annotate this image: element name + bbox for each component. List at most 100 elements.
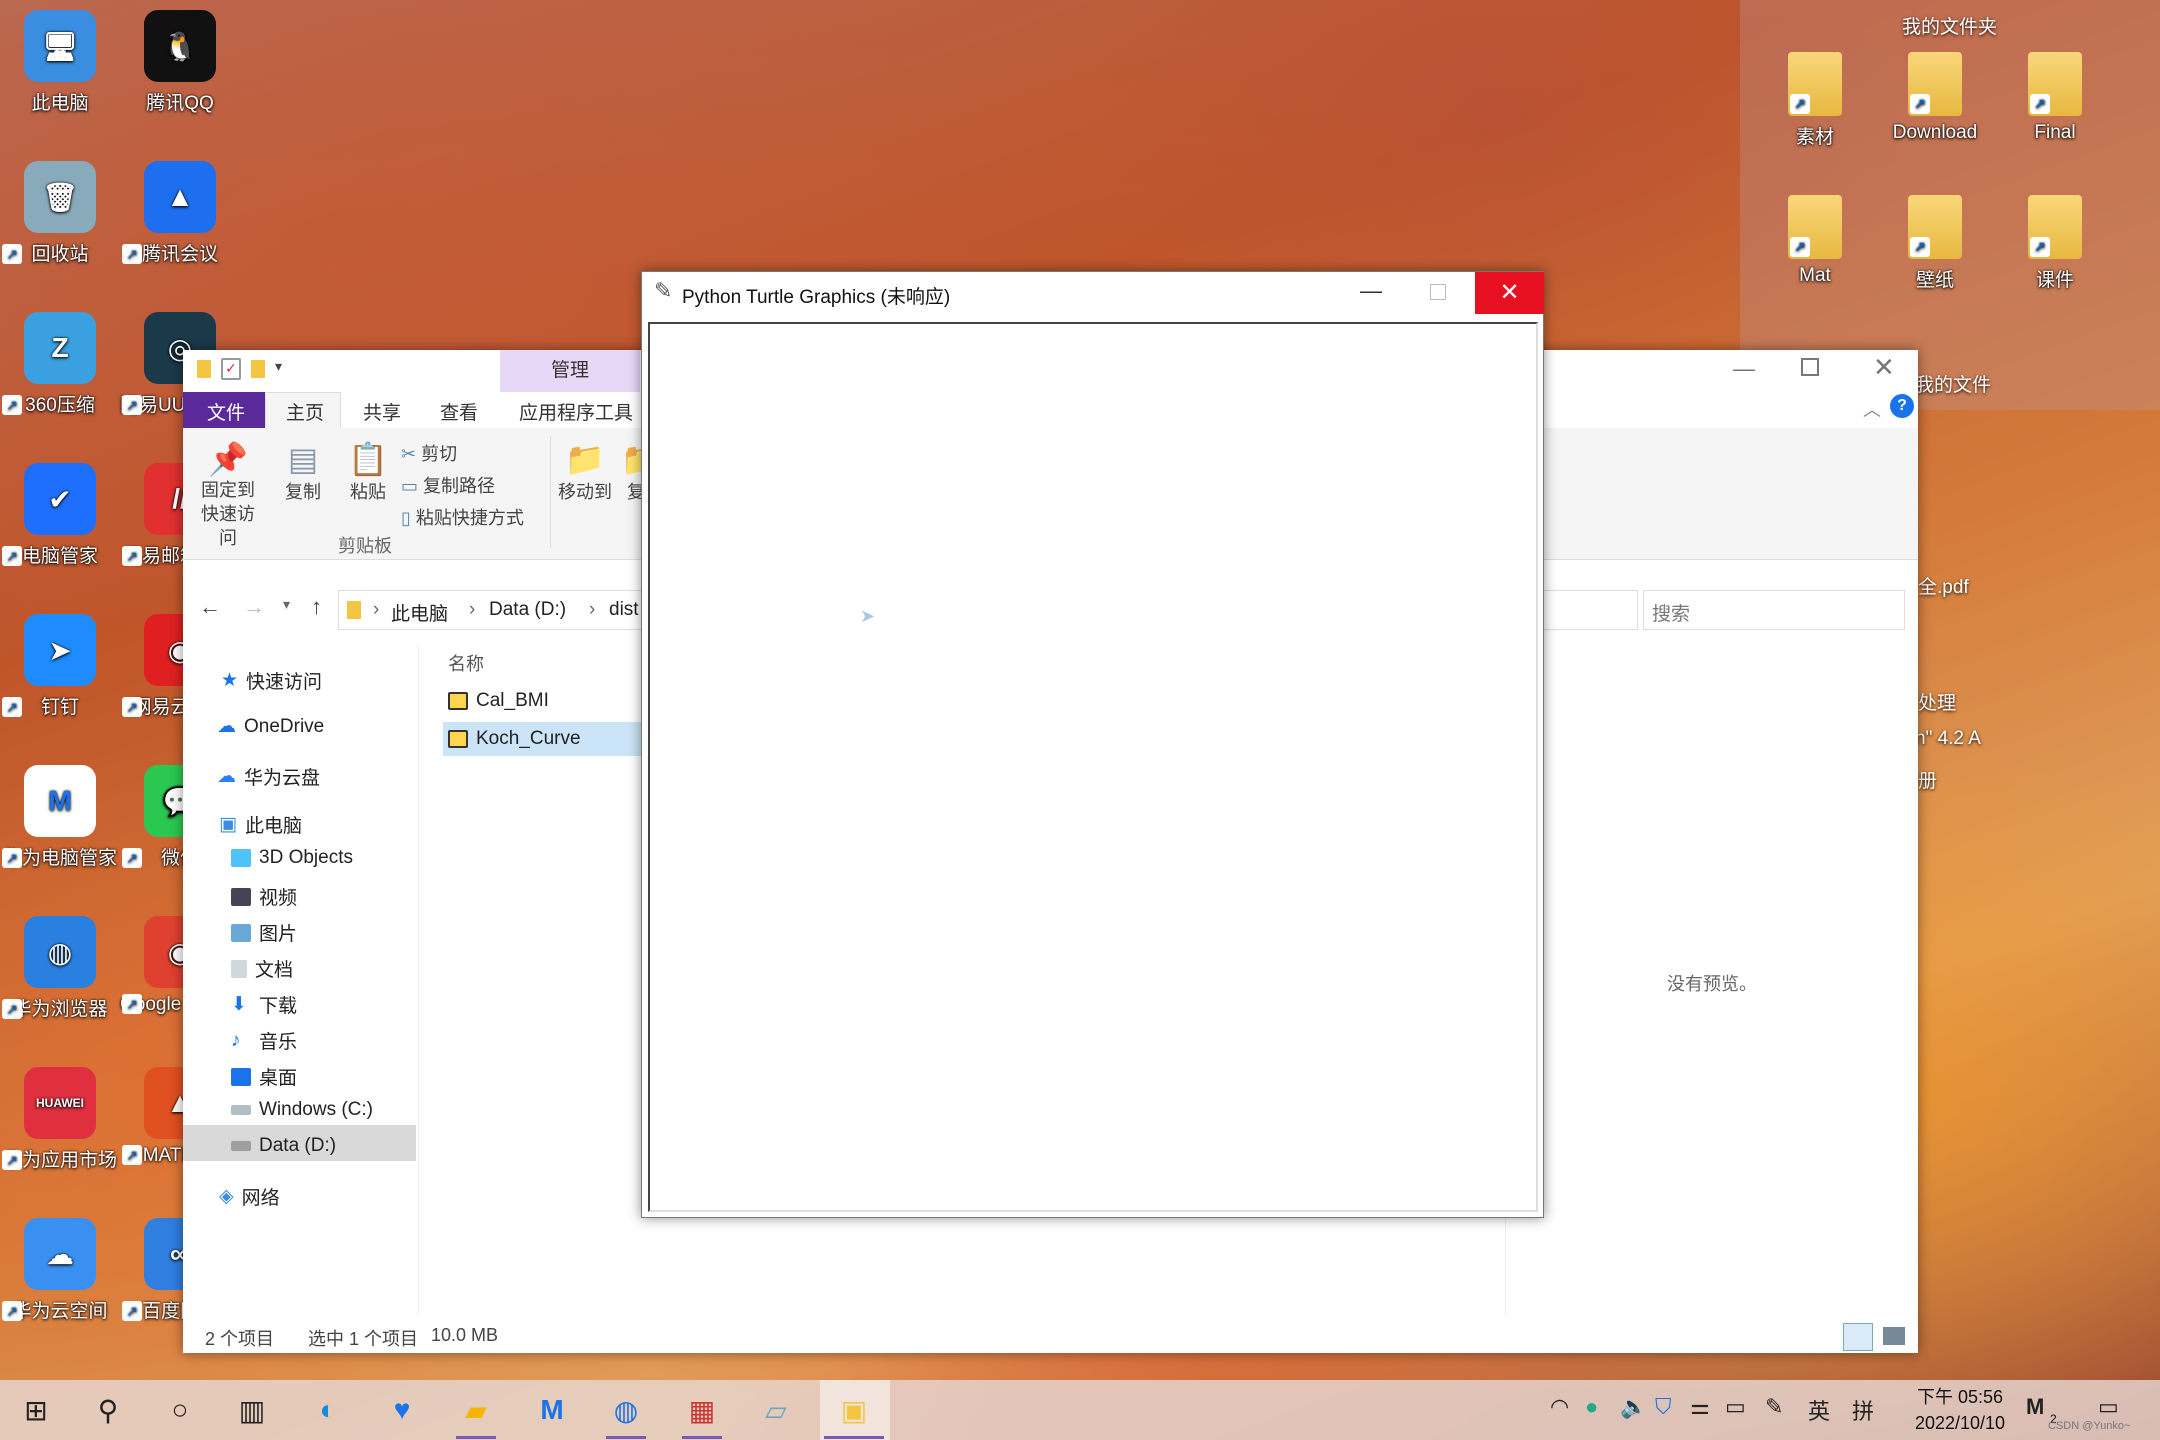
wifi-icon[interactable]: ◠: [1550, 1394, 1569, 1420]
app-icon: ▲: [144, 161, 216, 233]
desktop-folder-5[interactable]: ↗ 壁纸: [1875, 195, 1995, 292]
notes-app-icon[interactable]: ▱: [756, 1390, 796, 1430]
large-icons-view-icon[interactable]: [1883, 1327, 1905, 1345]
desktop-icon-5[interactable]: Z ↗ 360压缩: [0, 312, 120, 417]
search-input[interactable]: 搜索: [1643, 590, 1905, 630]
close-button[interactable]: ✕: [1475, 272, 1544, 314]
cut-label: 剪切: [421, 444, 458, 464]
cut-button[interactable]: ✂ 剪切: [401, 440, 457, 466]
desktop-icon-17[interactable]: ☁ ↗ 华为云空间: [0, 1218, 120, 1323]
nav-item-pictures[interactable]: 图片: [231, 919, 297, 946]
collapse-ribbon-icon[interactable]: ︿: [1863, 396, 1881, 422]
minimize-button[interactable]: —: [1733, 356, 1755, 382]
cortana-icon[interactable]: ○: [160, 1390, 200, 1430]
file-item[interactable]: Cal_BMI: [448, 690, 549, 712]
wechat-tray-icon[interactable]: ●: [1585, 1394, 1598, 1420]
pen-icon[interactable]: ✎: [1765, 1394, 1783, 1420]
paste-shortcut-button[interactable]: ▯ 粘贴快捷方式: [401, 504, 524, 530]
breadcrumb-this-pc[interactable]: 此电脑: [391, 599, 448, 626]
ime-mode[interactable]: 拼: [1852, 1394, 1874, 1426]
desktop-icon-3[interactable]: 🗑 ↗ 回收站: [0, 161, 120, 266]
desktop-icon-13[interactable]: ◍ ↗ 华为浏览器: [0, 916, 120, 1021]
desktop-folder-6[interactable]: ↗ 课件: [1995, 195, 2115, 292]
windows-start-icon[interactable]: ⊞: [16, 1390, 56, 1430]
settings-slider-icon[interactable]: ⚌: [1690, 1394, 1710, 1420]
nav-huawei-cloud[interactable]: ☁ 华为云盘: [217, 763, 320, 790]
file-item[interactable]: Koch_Curve: [448, 722, 581, 756]
turtle-canvas[interactable]: ➤: [648, 322, 1538, 1212]
desktop-icon-11[interactable]: M ↗ 华为电脑管家: [0, 765, 120, 870]
desktop-icon-2[interactable]: 🐧 腾讯QQ: [120, 10, 240, 115]
desktop-folder-1[interactable]: ↗ 素材: [1755, 52, 1875, 149]
back-icon[interactable]: ←: [199, 594, 221, 620]
maximize-button[interactable]: [1430, 284, 1446, 300]
folder-icon: ↗: [1908, 52, 1962, 116]
recent-dropdown-icon[interactable]: ▾: [283, 596, 290, 613]
nav-onedrive[interactable]: ☁ OneDrive: [217, 715, 324, 738]
desktop-icon-4[interactable]: ▲ ↗ 腾讯会议: [120, 161, 240, 266]
tab-file[interactable]: 文件: [207, 398, 245, 425]
paste-button[interactable]: 📋 粘贴: [343, 440, 393, 504]
minimize-button[interactable]: —: [1360, 278, 1382, 304]
copy-path-button[interactable]: ▭ 复制路径: [401, 472, 495, 498]
task-view-icon[interactable]: ▥: [232, 1390, 272, 1430]
nav-item-music[interactable]: ♪ 音乐: [231, 1027, 297, 1054]
qat-dropdown-icon[interactable]: ▾: [275, 358, 282, 375]
nav-network[interactable]: ◈ 网络: [219, 1183, 280, 1210]
huawei-manager-tray-icon[interactable]: M: [2026, 1394, 2044, 1420]
tab-app-tools[interactable]: 应用程序工具: [519, 398, 633, 425]
pin-quick-access-button[interactable]: 📌 固定到快速访问: [193, 440, 263, 550]
breadcrumb-dist[interactable]: dist: [609, 599, 639, 621]
desktop-icon-15[interactable]: HUAWEI ↗ 华为应用市场: [0, 1067, 120, 1172]
desktop-folder-2[interactable]: ↗ Download: [1875, 52, 1995, 144]
copy-button[interactable]: ▤ 复制: [278, 440, 328, 504]
details-view-icon[interactable]: [1843, 1323, 1873, 1351]
search-icon[interactable]: ⚲: [88, 1390, 128, 1430]
clock[interactable]: 下午 05:56 2022/10/10: [1900, 1384, 2020, 1436]
nav-item-documents[interactable]: 文档: [231, 955, 293, 982]
nav-item-3d-objects[interactable]: 3D Objects: [231, 847, 353, 869]
nav-item-windows-c[interactable]: Windows (C:): [231, 1099, 373, 1121]
action-center-icon[interactable]: ▭: [2098, 1394, 2119, 1420]
ime-language[interactable]: 英: [1808, 1394, 1830, 1426]
battery-icon[interactable]: ▭: [1725, 1394, 1746, 1420]
python-turtle-task-icon[interactable]: ▣: [834, 1390, 874, 1430]
volume-icon[interactable]: 🔈: [1620, 1394, 1647, 1420]
edge-icon[interactable]: ◐: [308, 1390, 348, 1430]
huawei-pc-manager-icon[interactable]: M: [532, 1390, 572, 1430]
nav-this-pc[interactable]: ▣ 此电脑: [219, 811, 302, 838]
desktop-icon-1[interactable]: 🖥 此电脑: [0, 10, 120, 115]
security-shield-icon[interactable]: ⛉: [1655, 1394, 1672, 1420]
nav-quick-access[interactable]: ★ 快速访问: [221, 667, 322, 694]
nav-item-downloads[interactable]: ⬇ 下载: [231, 991, 297, 1018]
manage-tab[interactable]: 管理: [500, 350, 640, 392]
status-count: 2 个项目: [205, 1329, 275, 1349]
move-to-button[interactable]: 📁 移动到: [555, 440, 615, 504]
desktop-folder-3[interactable]: ↗ Final: [1995, 52, 2115, 144]
tab-home[interactable]: 主页: [286, 398, 324, 425]
new-folder-icon[interactable]: [251, 360, 265, 378]
breadcrumb-data-d[interactable]: Data (D:): [489, 599, 566, 621]
wps-icon[interactable]: ▦: [682, 1390, 722, 1430]
column-header-name[interactable]: 名称: [448, 650, 484, 676]
tab-share[interactable]: 共享: [363, 398, 401, 425]
forward-icon[interactable]: →: [243, 594, 265, 620]
close-button[interactable]: ✕: [1873, 352, 1895, 383]
help-icon[interactable]: ?: [1890, 394, 1914, 418]
desktop-folder-4[interactable]: ↗ Mat: [1755, 195, 1875, 287]
file-explorer-icon[interactable]: ▰: [456, 1390, 496, 1430]
tab-view[interactable]: 查看: [440, 398, 478, 425]
up-icon[interactable]: ↑: [311, 594, 322, 620]
maximize-button[interactable]: [1801, 358, 1819, 376]
nav-item-desktop[interactable]: 桌面: [231, 1063, 297, 1090]
desktop-icon-7[interactable]: ✔ ↗ 电脑管家: [0, 463, 120, 568]
health-app-icon[interactable]: ♥: [382, 1390, 422, 1430]
shortcut-arrow-icon: ↗: [2, 1301, 22, 1321]
properties-icon[interactable]: ✓: [221, 358, 241, 380]
file-name: Cal_BMI: [476, 690, 549, 711]
desktop-icon-9[interactable]: ➤ ↗ 钉钉: [0, 614, 120, 719]
file-name: Koch_Curve: [476, 728, 581, 749]
huawei-browser-icon[interactable]: ◍: [606, 1390, 646, 1430]
nav-item-videos[interactable]: 视频: [231, 883, 297, 910]
nav-item-data-d[interactable]: Data (D:): [231, 1135, 336, 1157]
